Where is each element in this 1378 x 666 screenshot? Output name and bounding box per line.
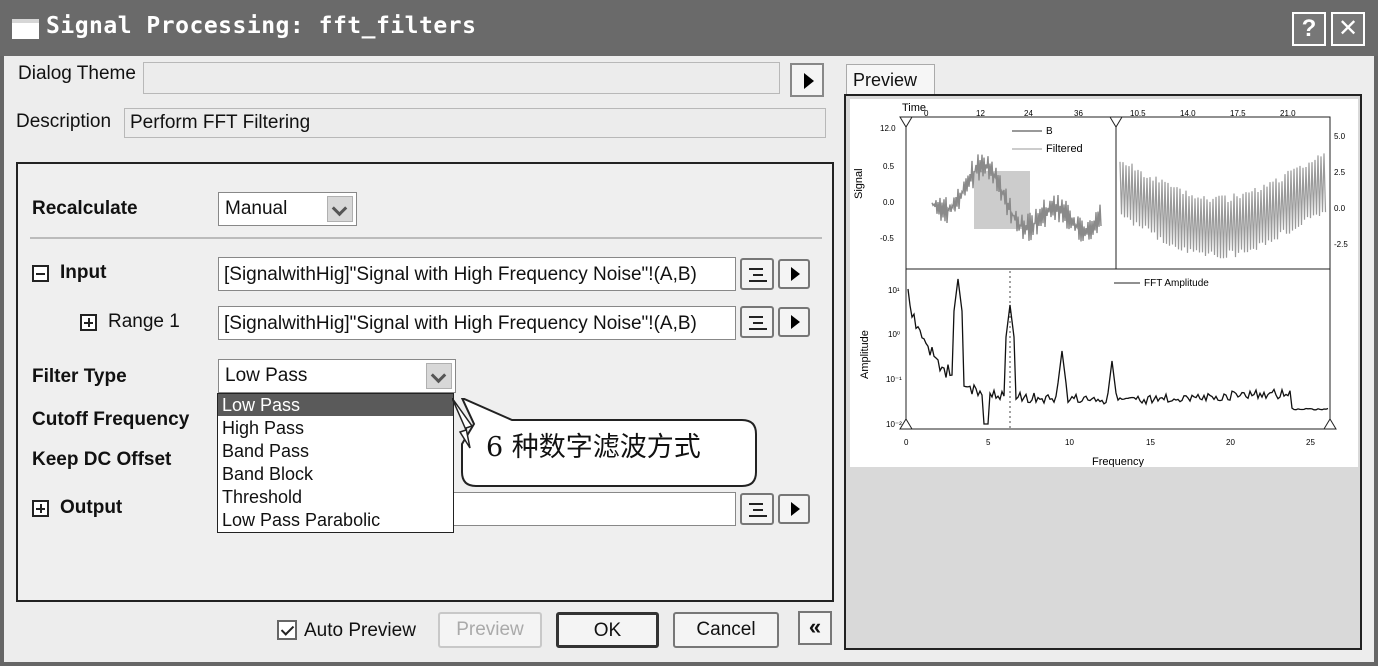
cancel-button[interactable]: Cancel — [673, 612, 779, 648]
tick-label: 15 — [1146, 438, 1155, 447]
filter-type-label: Filter Type — [32, 366, 127, 387]
collapse-panel-button[interactable]: « — [798, 611, 832, 645]
help-button[interactable]: ? — [1292, 12, 1326, 46]
auto-preview-checkbox[interactable] — [277, 620, 297, 640]
expand-output-icon[interactable] — [32, 500, 49, 517]
tick-label: 0.0 — [1334, 204, 1346, 213]
chevron-down-icon[interactable] — [426, 363, 452, 389]
keep-dc-offset-label: Keep DC Offset — [32, 449, 172, 470]
tick-label: 10⁻² — [886, 420, 902, 429]
dialog-body: Dialog Theme Description Perform FFT Fil… — [4, 56, 1374, 662]
filter-option-band-pass[interactable]: Band Pass — [218, 440, 453, 462]
tick-label: 0.0 — [883, 198, 895, 207]
tick-label: 0 — [924, 109, 929, 118]
chevron-down-icon[interactable] — [327, 196, 353, 222]
input-label: Input — [60, 262, 107, 283]
window-title: Signal Processing: fft_filters — [46, 13, 477, 39]
tick-label: 14.0 — [1180, 109, 1196, 118]
filter-type-select[interactable]: Low Pass — [218, 359, 456, 393]
input-range-field[interactable]: [SignalwithHig]"Signal with High Frequen… — [218, 257, 736, 291]
input-browse-button[interactable] — [740, 258, 774, 290]
preview-graph: Time 0 12 24 36 10.5 14.0 17.5 21.0 Sign… — [850, 99, 1358, 468]
dialog-window: Signal Processing: fft_filters ? ✕ Dialo… — [0, 0, 1378, 666]
tick-label: 10¹ — [888, 286, 900, 295]
expand-range-icon[interactable] — [80, 314, 97, 331]
tick-label: 17.5 — [1230, 109, 1246, 118]
tick-label: 10⁻¹ — [886, 375, 902, 384]
close-button[interactable]: ✕ — [1331, 12, 1365, 46]
recalculate-select[interactable]: Manual — [218, 192, 357, 226]
ok-button[interactable]: OK — [556, 612, 659, 648]
collapse-input-icon[interactable] — [32, 265, 49, 282]
tick-label: 5 — [986, 438, 991, 447]
filter-option-low-pass[interactable]: Low Pass — [218, 394, 453, 416]
description-field: Perform FFT Filtering — [124, 108, 826, 138]
output-browse-button[interactable] — [740, 493, 774, 525]
tick-label: 10.5 — [1130, 109, 1146, 118]
filter-option-band-block[interactable]: Band Block — [218, 463, 453, 485]
legend-label: Filtered — [1046, 143, 1083, 155]
title-bar[interactable]: Signal Processing: fft_filters ? ✕ — [0, 0, 1378, 56]
auto-preview-label[interactable]: Auto Preview — [304, 620, 416, 642]
bottom-plot-ylabel: Amplitude — [859, 330, 871, 379]
bottom-plot-xlabel: Frequency — [1092, 456, 1144, 467]
annotation-text: 6 种数字滤波方式 — [486, 432, 701, 463]
legend-label: FFT Amplitude — [1144, 278, 1209, 289]
top-plot-ylabel: Signal — [853, 168, 865, 199]
cutoff-frequency-label: Cutoff Frequency — [32, 409, 190, 430]
output-menu-button[interactable] — [778, 494, 810, 524]
tick-label: 36 — [1074, 109, 1083, 118]
tick-label: -2.5 — [1334, 240, 1348, 249]
description-label: Description — [16, 111, 112, 132]
tick-label: 10⁰ — [888, 330, 900, 339]
tick-label: 24 — [1024, 109, 1033, 118]
divider — [30, 237, 822, 239]
tick-label: 12.0 — [880, 124, 896, 133]
tick-label: 20 — [1226, 438, 1235, 447]
tick-label: 5.0 — [1334, 132, 1346, 141]
tick-label: 2.5 — [1334, 168, 1346, 177]
preview-button[interactable]: Preview — [438, 612, 542, 648]
window-icon — [12, 19, 39, 39]
description-value: Perform FFT Filtering — [130, 112, 311, 133]
filter-option-low-pass-parabolic[interactable]: Low Pass Parabolic — [218, 509, 453, 531]
tick-label: 10 — [1065, 438, 1074, 447]
preview-panel: Time 0 12 24 36 10.5 14.0 17.5 21.0 Sign… — [844, 94, 1362, 650]
filter-option-threshold[interactable]: Threshold — [218, 486, 453, 508]
dialog-theme-field[interactable] — [143, 62, 780, 94]
tick-label: 21.0 — [1280, 109, 1296, 118]
dialog-theme-menu-button[interactable] — [790, 63, 824, 97]
output-label: Output — [60, 497, 123, 518]
tab-preview[interactable]: Preview — [846, 64, 935, 96]
range-label: Range 1 — [108, 311, 180, 332]
dialog-theme-label: Dialog Theme — [18, 63, 136, 84]
filter-type-dropdown-list[interactable]: Low Pass High Pass Band Pass Band Block … — [217, 393, 454, 533]
top-axis-label: Time — [902, 102, 926, 114]
recalculate-label: Recalculate — [32, 198, 138, 219]
filter-option-high-pass[interactable]: High Pass — [218, 417, 453, 439]
tick-label: 0 — [904, 438, 909, 447]
tick-label: 12 — [976, 109, 985, 118]
tick-label: 0.5 — [883, 162, 895, 171]
tick-label: 25 — [1306, 438, 1315, 447]
range-browse-button[interactable] — [740, 306, 774, 338]
input-menu-button[interactable] — [778, 259, 810, 289]
tick-label: -0.5 — [880, 234, 894, 243]
legend-label: B — [1046, 126, 1053, 137]
settings-panel: Recalculate Manual Input [SignalwithHig]… — [16, 162, 834, 602]
range-field[interactable]: [SignalwithHig]"Signal with High Frequen… — [218, 306, 736, 340]
range-menu-button[interactable] — [778, 307, 810, 337]
